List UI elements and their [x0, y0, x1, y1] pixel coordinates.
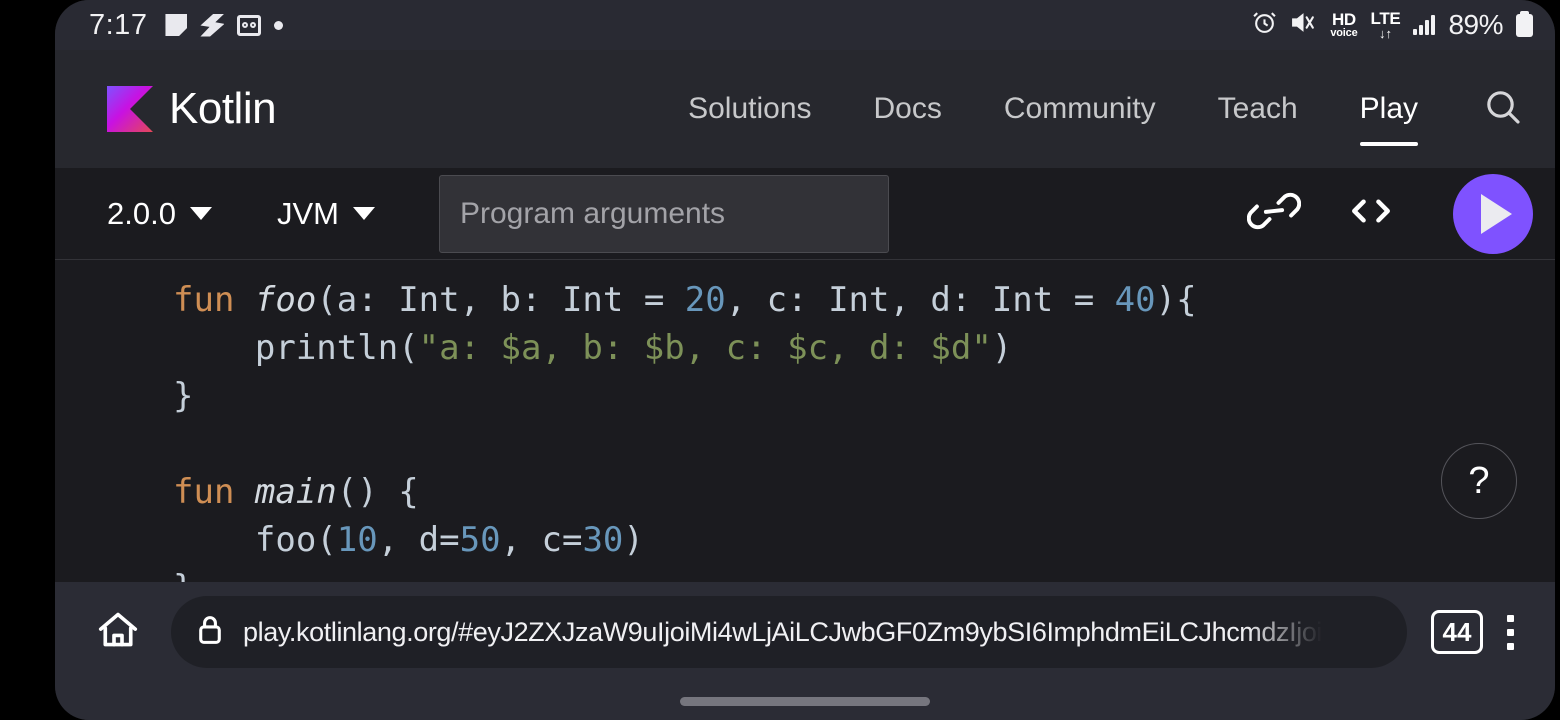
code-editor[interactable]: fun foo(a: Int, b: Int = 20, c: Int, d: …: [55, 260, 1555, 582]
url-text: play.kotlinlang.org/#eyJ2ZXJzaW9uIjoiMi4…: [243, 616, 1323, 647]
code-token: (a: Int, b: Int =: [316, 280, 685, 320]
code-content[interactable]: fun foo(a: Int, b: Int = 20, c: Int, d: …: [55, 276, 1555, 582]
tab-counter-button[interactable]: 44: [1431, 610, 1483, 654]
help-button[interactable]: ?: [1441, 443, 1517, 519]
kotlin-logo-link[interactable]: Kotlin: [107, 84, 277, 134]
battery-icon: [1516, 10, 1533, 37]
version-label: 2.0.0: [107, 195, 176, 231]
code-token: 20: [684, 280, 726, 320]
site-header: Kotlin Solutions Docs Community Teach Pl…: [55, 50, 1555, 168]
code-token: }: [173, 568, 193, 582]
program-arguments-input[interactable]: Program arguments: [438, 174, 889, 253]
phone-screen: 7:17 HD voice LTE ↓↑ 89% Kotlin Solution…: [55, 0, 1555, 720]
gesture-handle[interactable]: [680, 696, 930, 706]
code-token: 30: [582, 520, 624, 560]
code-token: , c=: [500, 520, 583, 560]
status-bar-clock: 7:17: [89, 8, 148, 41]
code-token: ): [991, 328, 1013, 368]
code-token: ): [623, 520, 644, 560]
home-button[interactable]: [81, 610, 155, 655]
lock-icon: [195, 613, 225, 652]
chevron-down-icon: [189, 207, 212, 220]
nav-item-solutions[interactable]: Solutions: [657, 50, 842, 168]
code-line: fun foo(a: Int, b: Int = 20, c: Int, d: …: [173, 276, 1555, 324]
nav-item-docs[interactable]: Docs: [843, 50, 973, 168]
code-token: "a: $a, b: $b, c: $c, d: $d": [418, 328, 992, 368]
toolbar-actions: [1246, 173, 1533, 254]
code-token: }: [173, 376, 194, 416]
browser-menu-button[interactable]: [1483, 614, 1537, 650]
embed-code-button[interactable]: [1345, 193, 1397, 234]
code-token: foo: [254, 280, 317, 320]
code-token: , c: Int, d: Int =: [725, 280, 1115, 320]
battery-percent-label: 89%: [1448, 9, 1503, 40]
mute-vibrate-icon: [1290, 10, 1317, 40]
code-brackets-icon: [1345, 199, 1397, 233]
tab-count-label: 44: [1442, 616, 1472, 647]
kotlin-logo-icon: [107, 86, 153, 132]
copy-link-button[interactable]: [1246, 191, 1302, 236]
code-token: println(: [173, 328, 419, 368]
kebab-dot: [1506, 614, 1514, 622]
chevron-down-icon: [352, 207, 375, 220]
nav-item-play[interactable]: Play: [1329, 50, 1449, 168]
platform-label: JVM: [276, 195, 339, 231]
home-icon: [96, 610, 140, 655]
playground-toolbar: 2.0.0 JVM Program arguments: [55, 168, 1555, 260]
status-bar: 7:17 HD voice LTE ↓↑ 89%: [55, 0, 1555, 50]
code-token: ){: [1155, 280, 1197, 320]
code-token: foo(: [173, 520, 337, 560]
gesture-nav-bar: [55, 682, 1555, 720]
code-line: fun main() {: [173, 468, 1555, 516]
alarm-icon: [1252, 10, 1277, 40]
code-line: }: [173, 372, 1555, 420]
run-button[interactable]: [1453, 173, 1533, 254]
nav-item-community[interactable]: Community: [973, 50, 1187, 168]
code-token: 50: [459, 520, 501, 560]
status-bar-notification-icons: [165, 13, 284, 37]
note-icon: [165, 14, 188, 36]
code-token: () {: [336, 472, 419, 512]
url-bar[interactable]: play.kotlinlang.org/#eyJ2ZXJzaW9uIjoiMi4…: [171, 596, 1407, 668]
code-token: main: [254, 472, 337, 512]
share-arrow-icon: [200, 13, 225, 37]
platform-dropdown[interactable]: JVM: [277, 196, 375, 232]
voicemail-icon: [237, 14, 262, 36]
version-dropdown[interactable]: 2.0.0: [107, 196, 212, 232]
code-token: 10: [336, 520, 378, 560]
status-bar-system-icons: HD voice LTE ↓↑ 89%: [1252, 9, 1533, 41]
link-icon: [1246, 192, 1302, 235]
kebab-dot: [1506, 628, 1514, 636]
nav-item-teach[interactable]: Teach: [1187, 50, 1329, 168]
code-token: fun: [173, 280, 255, 320]
browser-bottom-bar: play.kotlinlang.org/#eyJ2ZXJzaW9uIjoiMi4…: [55, 582, 1555, 682]
brand-name: Kotlin: [169, 84, 277, 133]
code-token: fun: [173, 472, 255, 512]
hd-voice-icon: HD voice: [1330, 10, 1358, 39]
lte-icon: LTE ↓↑: [1370, 9, 1401, 41]
main-nav: Solutions Docs Community Teach Play: [657, 50, 1533, 168]
dot-icon: [274, 20, 284, 30]
search-button[interactable]: [1449, 87, 1533, 132]
code-line: println("a: $a, b: $b, c: $c, d: $d"): [173, 324, 1555, 372]
signal-bars-icon: [1413, 15, 1436, 35]
code-token: 40: [1114, 280, 1156, 320]
question-mark-icon: ?: [1468, 459, 1490, 502]
kebab-dot: [1506, 642, 1514, 650]
code-line: foo(10, d=50, c=30): [173, 516, 1555, 564]
play-icon: [1481, 193, 1512, 234]
search-icon: [1483, 87, 1523, 132]
code-line: }: [173, 564, 1555, 582]
code-token: , d=: [377, 520, 460, 560]
